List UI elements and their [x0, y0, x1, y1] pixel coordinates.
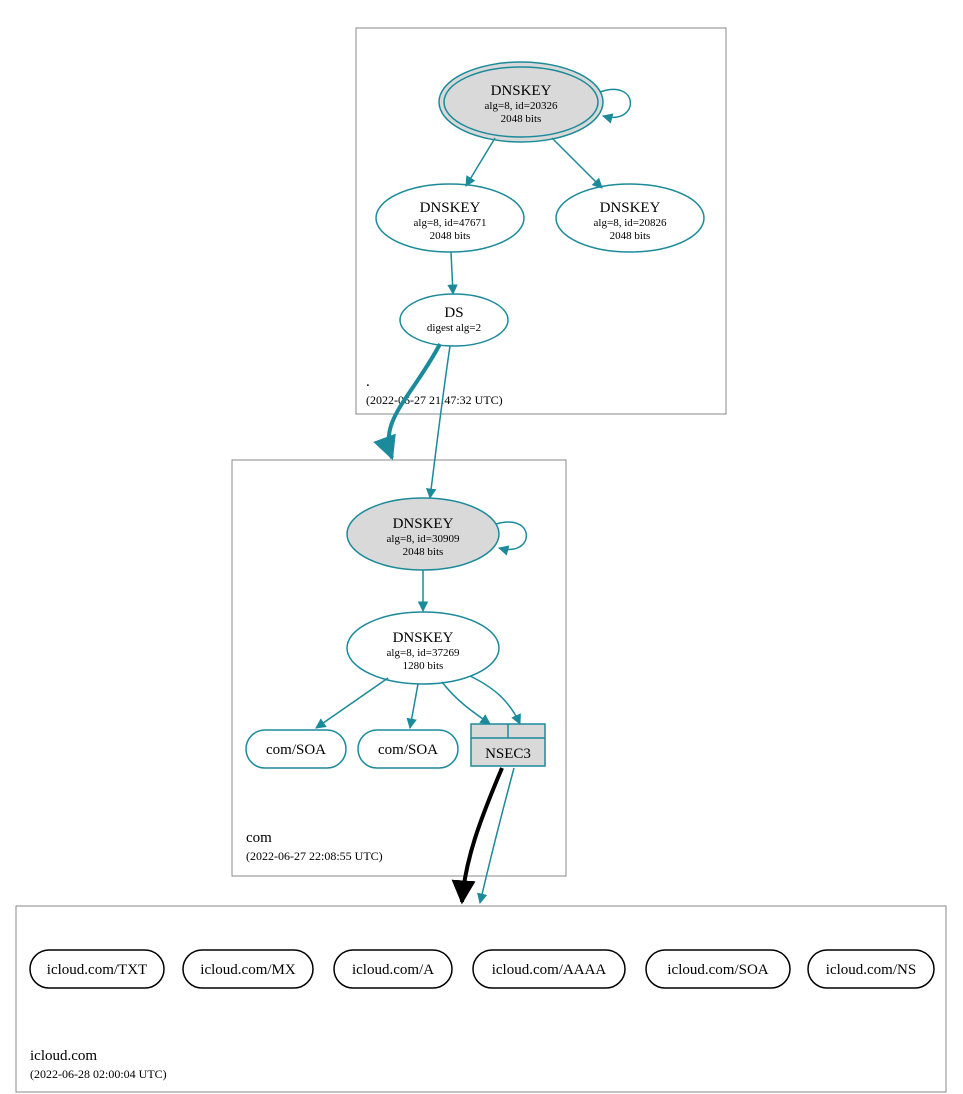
- com-nsec3-label: NSEC3: [485, 746, 531, 762]
- zone-com-label: com: [246, 830, 272, 846]
- root-ds-line1: digest alg=2: [427, 322, 481, 334]
- edge-com-zsk-to-soa1: [316, 678, 388, 728]
- icloud-aaaa-label: icloud.com/AAAA: [492, 962, 607, 978]
- root-zsk-right-title: DNSKEY: [600, 200, 661, 216]
- node-root-ds: DS digest alg=2: [400, 294, 508, 346]
- com-zsk-title: DNSKEY: [393, 630, 454, 646]
- com-zsk-line2: 1280 bits: [403, 660, 444, 672]
- edge-root-zsk-to-ds: [451, 252, 453, 294]
- com-soa-1-label: com/SOA: [266, 742, 326, 758]
- node-com-soa-1: com/SOA: [246, 730, 346, 768]
- icloud-mx-label: icloud.com/MX: [200, 962, 296, 978]
- zone-icloud: icloud.com/TXT icloud.com/MX icloud.com/…: [16, 906, 946, 1092]
- node-root-zsk-right: DNSKEY alg=8, id=20826 2048 bits: [556, 184, 704, 252]
- zone-root: DNSKEY alg=8, id=20326 2048 bits DNSKEY …: [356, 28, 726, 414]
- zone-icloud-time: (2022-06-28 02:00:04 UTC): [30, 1067, 167, 1081]
- node-root-ksk: DNSKEY alg=8, id=20326 2048 bits: [439, 62, 603, 142]
- com-soa-2-label: com/SOA: [378, 742, 438, 758]
- com-zsk-line1: alg=8, id=37269: [387, 647, 460, 659]
- edge-com-zsk-to-nsec3-b: [470, 676, 520, 724]
- node-com-zsk: DNSKEY alg=8, id=37269 1280 bits: [347, 612, 499, 684]
- icloud-ns-label: icloud.com/NS: [826, 962, 916, 978]
- com-ksk-title: DNSKEY: [393, 516, 454, 532]
- root-zsk-left-title: DNSKEY: [420, 200, 481, 216]
- root-ksk-title: DNSKEY: [491, 83, 552, 99]
- zone-root-label: .: [366, 374, 370, 390]
- zone-com-time: (2022-06-27 22:08:55 UTC): [246, 849, 383, 863]
- edge-com-ksk-selfloop: [496, 522, 526, 549]
- edge-root-ds-to-com-ksk: [430, 346, 450, 498]
- root-zsk-left-line1: alg=8, id=47671: [414, 217, 487, 229]
- edge-root-ksk-to-zsk-right: [552, 138, 602, 188]
- node-com-ksk: DNSKEY alg=8, id=30909 2048 bits: [347, 498, 499, 570]
- node-com-nsec3: NSEC3: [471, 724, 545, 766]
- root-zsk-left-line2: 2048 bits: [430, 230, 471, 242]
- edge-com-nsec3-to-icloud: [480, 768, 514, 903]
- edge-root-ksk-selfloop: [600, 89, 630, 117]
- icloud-a-label: icloud.com/A: [352, 962, 434, 978]
- node-icloud-soa: icloud.com/SOA: [646, 950, 790, 988]
- edge-com-zsk-to-soa2: [410, 684, 418, 728]
- root-zsk-right-line1: alg=8, id=20826: [594, 217, 667, 229]
- edge-com-zsk-to-nsec3-a: [442, 682, 490, 724]
- node-icloud-a: icloud.com/A: [334, 950, 452, 988]
- icloud-soa-label: icloud.com/SOA: [667, 962, 768, 978]
- com-ksk-line2: 2048 bits: [403, 546, 444, 558]
- com-ksk-line1: alg=8, id=30909: [387, 533, 460, 545]
- node-icloud-txt: icloud.com/TXT: [30, 950, 164, 988]
- root-ksk-line1: alg=8, id=20326: [485, 100, 558, 112]
- zone-icloud-label: icloud.com: [30, 1048, 97, 1064]
- node-icloud-aaaa: icloud.com/AAAA: [473, 950, 625, 988]
- node-icloud-ns: icloud.com/NS: [808, 950, 934, 988]
- root-zsk-right-line2: 2048 bits: [610, 230, 651, 242]
- zone-root-time: (2022-06-27 21:47:32 UTC): [366, 393, 503, 407]
- node-com-soa-2: com/SOA: [358, 730, 458, 768]
- zone-com: DNSKEY alg=8, id=30909 2048 bits DNSKEY …: [232, 460, 566, 876]
- edge-root-ksk-to-zsk-left: [466, 138, 495, 186]
- root-ksk-line2: 2048 bits: [501, 113, 542, 125]
- node-icloud-mx: icloud.com/MX: [183, 950, 313, 988]
- node-root-zsk-left: DNSKEY alg=8, id=47671 2048 bits: [376, 184, 524, 252]
- icloud-txt-label: icloud.com/TXT: [47, 962, 147, 978]
- root-ds-title: DS: [444, 305, 463, 321]
